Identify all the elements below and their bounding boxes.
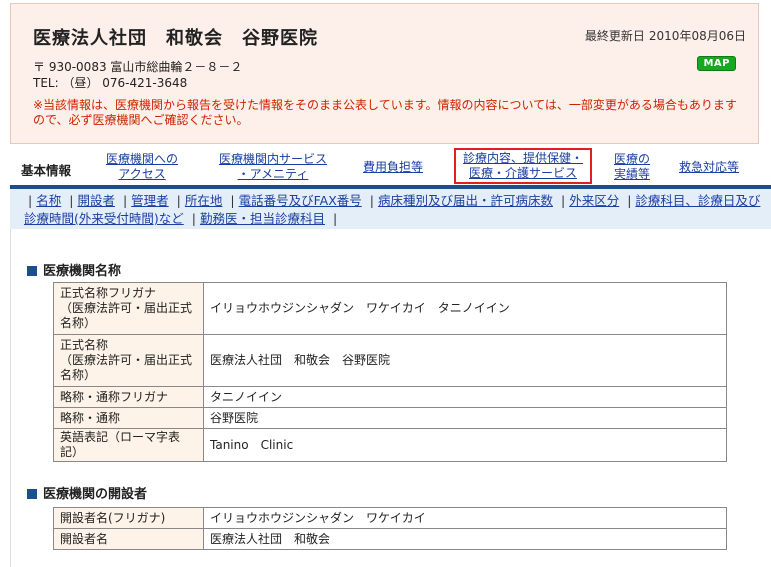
- section-links: | 名称 | 開設者 | 管理者 | 所在地 | 電話番号及びFAX番号 | 病床種別及び届…: [10, 189, 771, 229]
- table-row: 開設者名 医療法人社団 和敬会: [53, 528, 727, 550]
- row-label: 開設者名: [53, 528, 204, 550]
- row-value: イリョウホウジンシャダン ワケイカイ タニノイイン: [203, 282, 727, 335]
- row-label: 英語表記（ローマ字表記）: [53, 428, 204, 462]
- map-button[interactable]: MAP: [697, 56, 736, 71]
- row-value: イリョウホウジンシャダン ワケイカイ: [203, 507, 727, 529]
- sublink-phone-fax[interactable]: 電話番号及びFAX番号: [239, 193, 362, 208]
- row-value: 谷野医院: [203, 407, 727, 429]
- nav-care-line1: 診療内容、提供保健・: [463, 151, 584, 165]
- address-block: 〒 930-0083 富山市総曲輪２－８－２ TEL: （昼） 076-421-…: [33, 59, 242, 91]
- row-value: タニノイイン: [203, 386, 727, 408]
- nav-access-link[interactable]: 医療機関への アクセス: [106, 152, 178, 182]
- row-value: 医療法人社団 和敬会: [203, 528, 727, 550]
- nav-basic-info: 基本情報: [21, 163, 72, 178]
- table-row: 開設者名(フリガナ) イリョウホウジンシャダン ワケイカイ: [53, 507, 727, 529]
- row-value: Tanino Clinic: [203, 428, 727, 462]
- square-bullet-icon: [27, 489, 37, 499]
- postal-address: 〒 930-0083 富山市総曲輪２－８－２: [33, 60, 243, 74]
- sublink-outpatient[interactable]: 外来区分: [569, 193, 619, 208]
- last-updated-date: 2010年08月06日: [648, 29, 746, 43]
- table-row: 英語表記（ローマ字表記） Tanino Clinic: [53, 428, 727, 462]
- row-label: 正式名称 （医療法許可・届出正式 名称）: [53, 334, 204, 387]
- sublink-beds[interactable]: 病床種別及び届出・許可病床数: [378, 193, 553, 208]
- hospital-header: 医療法人社団 和敬会 谷野医院 最終更新日 2010年08月06日 〒 930-0…: [10, 3, 759, 144]
- section-title-facility-name: 医療機関名称: [27, 260, 121, 279]
- row-label: 略称・通称: [53, 407, 204, 429]
- sublink-founder[interactable]: 開設者: [77, 193, 115, 208]
- table-row: 略称・通称 谷野医院: [53, 407, 727, 429]
- square-bullet-icon: [27, 266, 37, 276]
- category-nav: 基本情報 医療機関への アクセス 医療機関内サービス ・アメニティ 費用負担等 …: [10, 148, 759, 184]
- table-row: 略称・通称フリガナ タニノイイン: [53, 386, 727, 408]
- sublink-manager[interactable]: 管理者: [131, 193, 169, 208]
- row-label: 正式名称フリガナ （医療法許可・届出正式 名称）: [53, 282, 204, 335]
- row-label: 開設者名(フリガナ): [53, 507, 204, 529]
- founder-table: 開設者名(フリガナ) イリョウホウジンシャダン ワケイカイ 開設者名 医療法人社…: [53, 507, 727, 550]
- facility-name-table: 正式名称フリガナ （医療法許可・届出正式 名称） イリョウホウジンシャダン ワケイカ…: [53, 282, 727, 462]
- last-updated-label: 最終更新日: [584, 29, 645, 43]
- nav-results-line1: 医療の: [614, 152, 651, 166]
- nav-service-line2: ・アメニティ: [237, 167, 309, 181]
- nav-emergency-link[interactable]: 救急対応等: [679, 160, 739, 175]
- last-updated: 最終更新日 2010年08月06日: [581, 27, 746, 44]
- table-row: 正式名称フリガナ （医療法許可・届出正式 名称） イリョウホウジンシャダン ワケイカ…: [53, 282, 727, 335]
- nav-access-line2: アクセス: [118, 167, 166, 181]
- nav-service-line1: 医療機関内サービス: [219, 152, 328, 166]
- nav-results-line2: 実績等: [614, 167, 651, 181]
- sublink-location[interactable]: 所在地: [185, 193, 223, 208]
- sublink-name[interactable]: 名称: [36, 193, 61, 208]
- row-value: 医療法人社団 和敬会 谷野医院: [203, 334, 727, 387]
- section-title-founder: 医療機関の開設者: [27, 483, 147, 502]
- nav-access-line1: 医療機関への: [106, 152, 179, 166]
- nav-results-link[interactable]: 医療の 実績等: [614, 152, 650, 182]
- nav-care-line2: 医療・介護サービス: [469, 166, 578, 180]
- hospital-name: 医療法人社団 和敬会 谷野医院: [33, 28, 318, 49]
- table-row: 正式名称 （医療法許可・届出正式 名称） 医療法人社団 和敬会 谷野医院: [53, 334, 727, 387]
- nav-cost-link[interactable]: 費用負担等: [363, 160, 423, 175]
- main-content: 医療機関名称 正式名称フリガナ （医療法許可・届出正式 名称） イリョウホウジンシャ…: [10, 229, 760, 567]
- disclaimer-notice: ※当該情報は、医療機関から報告を受けた情報をそのまま公表しています。情報の内容に…: [33, 98, 737, 127]
- sublink-doctors[interactable]: 勤務医・担当診療科目: [200, 211, 325, 226]
- nav-service-link[interactable]: 医療機関内サービス ・アメニティ: [219, 152, 327, 182]
- telephone: TEL: （昼） 076-421-3648: [33, 76, 188, 90]
- row-label: 略称・通称フリガナ: [53, 386, 204, 408]
- nav-care-link[interactable]: 診療内容、提供保健・ 医療・介護サービス: [454, 148, 593, 184]
